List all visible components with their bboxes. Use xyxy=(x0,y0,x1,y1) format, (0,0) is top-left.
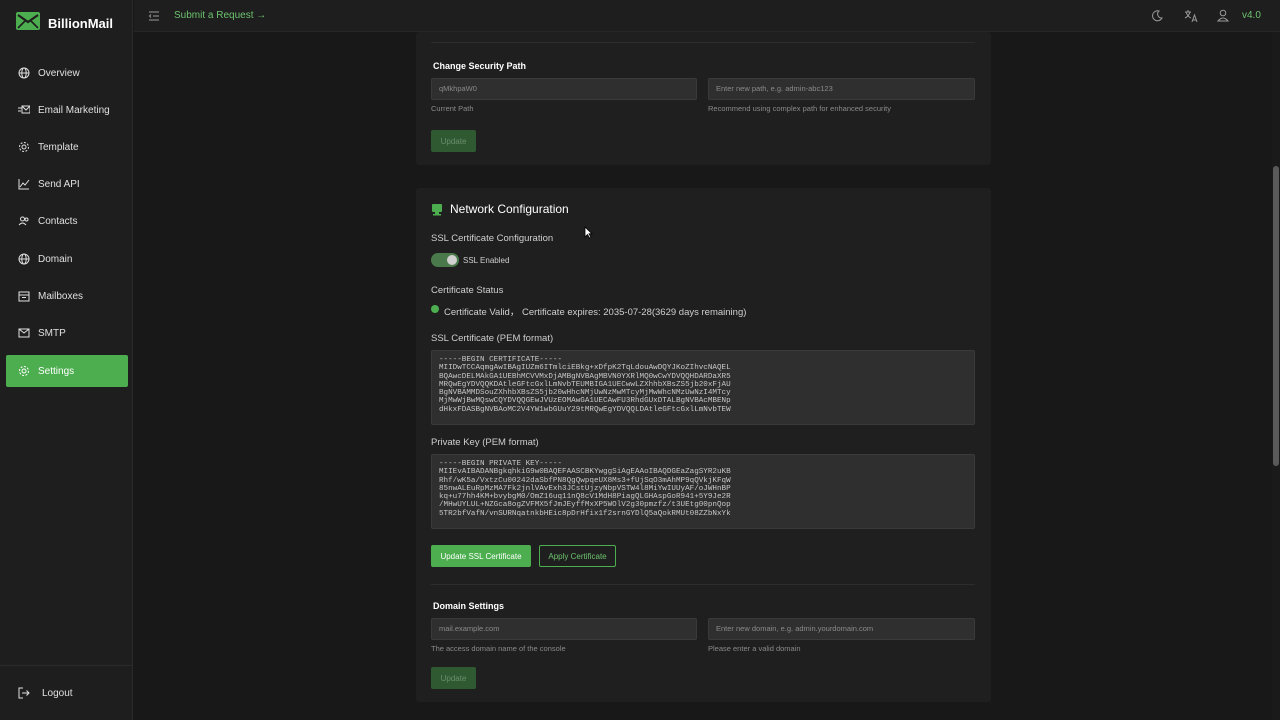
network-icon xyxy=(432,203,442,221)
sidebar-item-mailboxes[interactable]: Mailboxes xyxy=(6,280,128,312)
sidebar-item-label: Template xyxy=(38,141,79,153)
sidebar-item-label: Contacts xyxy=(38,215,78,227)
mail-icon xyxy=(18,327,30,339)
sidebar-item-label: Email Marketing xyxy=(38,104,110,116)
new-domain-input[interactable]: Enter new domain, e.g. admin.yourdomain.… xyxy=(708,618,975,640)
current-domain-field[interactable]: mail.example.com xyxy=(431,618,697,640)
brand-name: BillionMail xyxy=(48,16,113,31)
toggle-knob xyxy=(447,255,457,265)
email-marketing-icon xyxy=(18,104,30,116)
apply-certificate-button[interactable]: Apply Certificate xyxy=(539,545,616,567)
mailbox-icon xyxy=(18,290,30,302)
sidebar-item-label: Domain xyxy=(38,253,73,265)
topbar: Submit a Request → v4.0 xyxy=(134,0,1280,32)
cert-status-text: Certificate Valid， Certificate expires: … xyxy=(444,307,747,318)
update-path-button[interactable]: Update xyxy=(431,130,476,152)
domain-settings-title: Domain Settings xyxy=(433,601,505,611)
ssl-toggle[interactable] xyxy=(431,253,459,267)
sidebar: BillionMail Overview Email Marketing Tem… xyxy=(0,0,133,720)
private-key-textarea[interactable]: -----BEGIN PRIVATE KEY----- MIIEvAIBADAN… xyxy=(431,454,975,529)
billionmail-logo-icon xyxy=(16,12,40,35)
current-path-field[interactable]: qMkhpaW0 xyxy=(431,78,697,100)
divider xyxy=(431,42,975,43)
new-path-input[interactable]: Enter new path, e.g. admin-abc123 xyxy=(708,78,975,100)
ssl-toggle-label: SSL Enabled xyxy=(463,256,510,265)
current-domain-hint: The access domain name of the console xyxy=(431,644,566,653)
network-config-title: Network Configuration xyxy=(450,202,569,216)
sidebar-item-smtp[interactable]: SMTP xyxy=(6,317,128,349)
brand[interactable]: BillionMail xyxy=(16,12,113,35)
sidebar-item-label: Mailboxes xyxy=(38,290,84,302)
divider xyxy=(431,584,975,585)
mouse-cursor-icon xyxy=(584,226,593,244)
logout-button[interactable]: Logout xyxy=(6,677,128,709)
sidebar-item-settings[interactable]: Settings xyxy=(6,355,128,387)
version-label: v4.0 xyxy=(1242,10,1261,21)
user-icon[interactable] xyxy=(1216,9,1230,28)
sidebar-item-template[interactable]: Template xyxy=(6,131,128,163)
security-path-title: Change Security Path xyxy=(433,61,527,71)
ssl-config-label: SSL Certificate Configuration xyxy=(431,233,554,244)
scrollbar-thumb[interactable] xyxy=(1273,166,1279,466)
sidebar-item-contacts[interactable]: Contacts xyxy=(6,205,128,237)
current-path-hint: Current Path xyxy=(431,104,474,113)
sidebar-item-overview[interactable]: Overview xyxy=(6,57,128,89)
translate-icon[interactable] xyxy=(1184,9,1198,28)
gear-icon xyxy=(18,365,30,377)
sidebar-item-label: Settings xyxy=(38,365,75,377)
sidebar-item-domain[interactable]: Domain xyxy=(6,243,128,275)
update-domain-button[interactable]: Update xyxy=(431,667,476,689)
private-key-label: Private Key (PEM format) xyxy=(431,437,539,448)
security-path-card: Change Security Path qMkhpaW0 Enter new … xyxy=(416,32,991,165)
cert-status-label: Certificate Status xyxy=(431,285,504,296)
update-ssl-button[interactable]: Update SSL Certificate xyxy=(431,545,531,567)
status-dot xyxy=(431,305,439,313)
gear-icon xyxy=(18,141,30,153)
sidebar-item-label: SMTP xyxy=(38,327,66,339)
sidebar-item-label: Send API xyxy=(38,178,80,190)
network-config-card: Network Configuration SSL Certificate Co… xyxy=(416,188,991,702)
moon-icon[interactable] xyxy=(1150,9,1164,28)
new-domain-hint: Please enter a valid domain xyxy=(708,644,801,653)
new-path-hint: Recommend using complex path for enhance… xyxy=(708,104,892,113)
chart-line-icon xyxy=(18,178,30,190)
sidebar-divider xyxy=(0,665,133,666)
globe-icon xyxy=(18,67,30,79)
ssl-certificate-textarea[interactable]: -----BEGIN CERTIFICATE----- MIIDwTCCAqmg… xyxy=(431,350,975,425)
cert-label: SSL Certificate (PEM format) xyxy=(431,333,554,344)
collapse-sidebar-icon[interactable] xyxy=(148,9,160,27)
sidebar-item-send-api[interactable]: Send API xyxy=(6,168,128,200)
submit-request-link[interactable]: Submit a Request → xyxy=(174,10,266,21)
logout-label: Logout xyxy=(42,687,73,699)
contacts-icon xyxy=(18,215,30,227)
globe-icon xyxy=(18,253,30,265)
logout-icon xyxy=(18,687,30,699)
sidebar-item-label: Overview xyxy=(38,67,80,79)
sidebar-item-email-marketing[interactable]: Email Marketing xyxy=(6,94,128,126)
